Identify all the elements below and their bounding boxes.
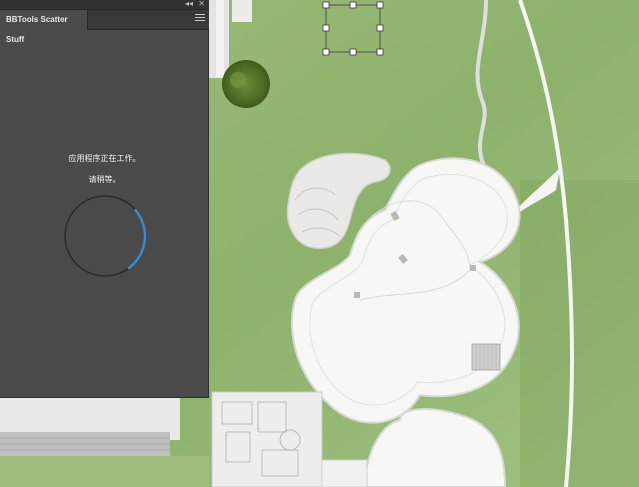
bench-4 [354, 292, 360, 298]
panel-tab-bar: BBTools Scatter Stuff [0, 10, 209, 44]
tab-bbtools-scatter-stuff[interactable]: BBTools Scatter Stuff [0, 10, 88, 44]
road-top-right [232, 0, 252, 22]
tab-title: BBTools Scatter Stuff [6, 15, 68, 44]
bbtools-scatter-panel: ◂◂ ✕ BBTools Scatter Stuff 应用程序正在工作。 请稍等… [0, 0, 209, 398]
panel-top-bar: ◂◂ ✕ [0, 0, 209, 10]
close-panel-icon[interactable]: ✕ [198, 0, 205, 9]
collapse-panel-icon[interactable]: ◂◂ [185, 0, 193, 9]
loading-spinner-icon [64, 195, 147, 277]
tree-highlight [230, 72, 246, 88]
lawn-darker-patch [520, 180, 639, 487]
tree-canopy [222, 60, 270, 108]
bottom-building-complex [211, 391, 323, 487]
status-working-text: 应用程序正在工作。 [68, 154, 141, 163]
bottom-right-paving [321, 459, 368, 487]
hamburger-menu-icon[interactable] [195, 14, 205, 24]
road-strip-inner [216, 0, 224, 78]
bottom-lawn-strip [0, 456, 209, 487]
status-wait-text: 请稍等。 [88, 175, 121, 184]
bench-3 [470, 265, 476, 271]
spinner-arc [127, 209, 147, 270]
